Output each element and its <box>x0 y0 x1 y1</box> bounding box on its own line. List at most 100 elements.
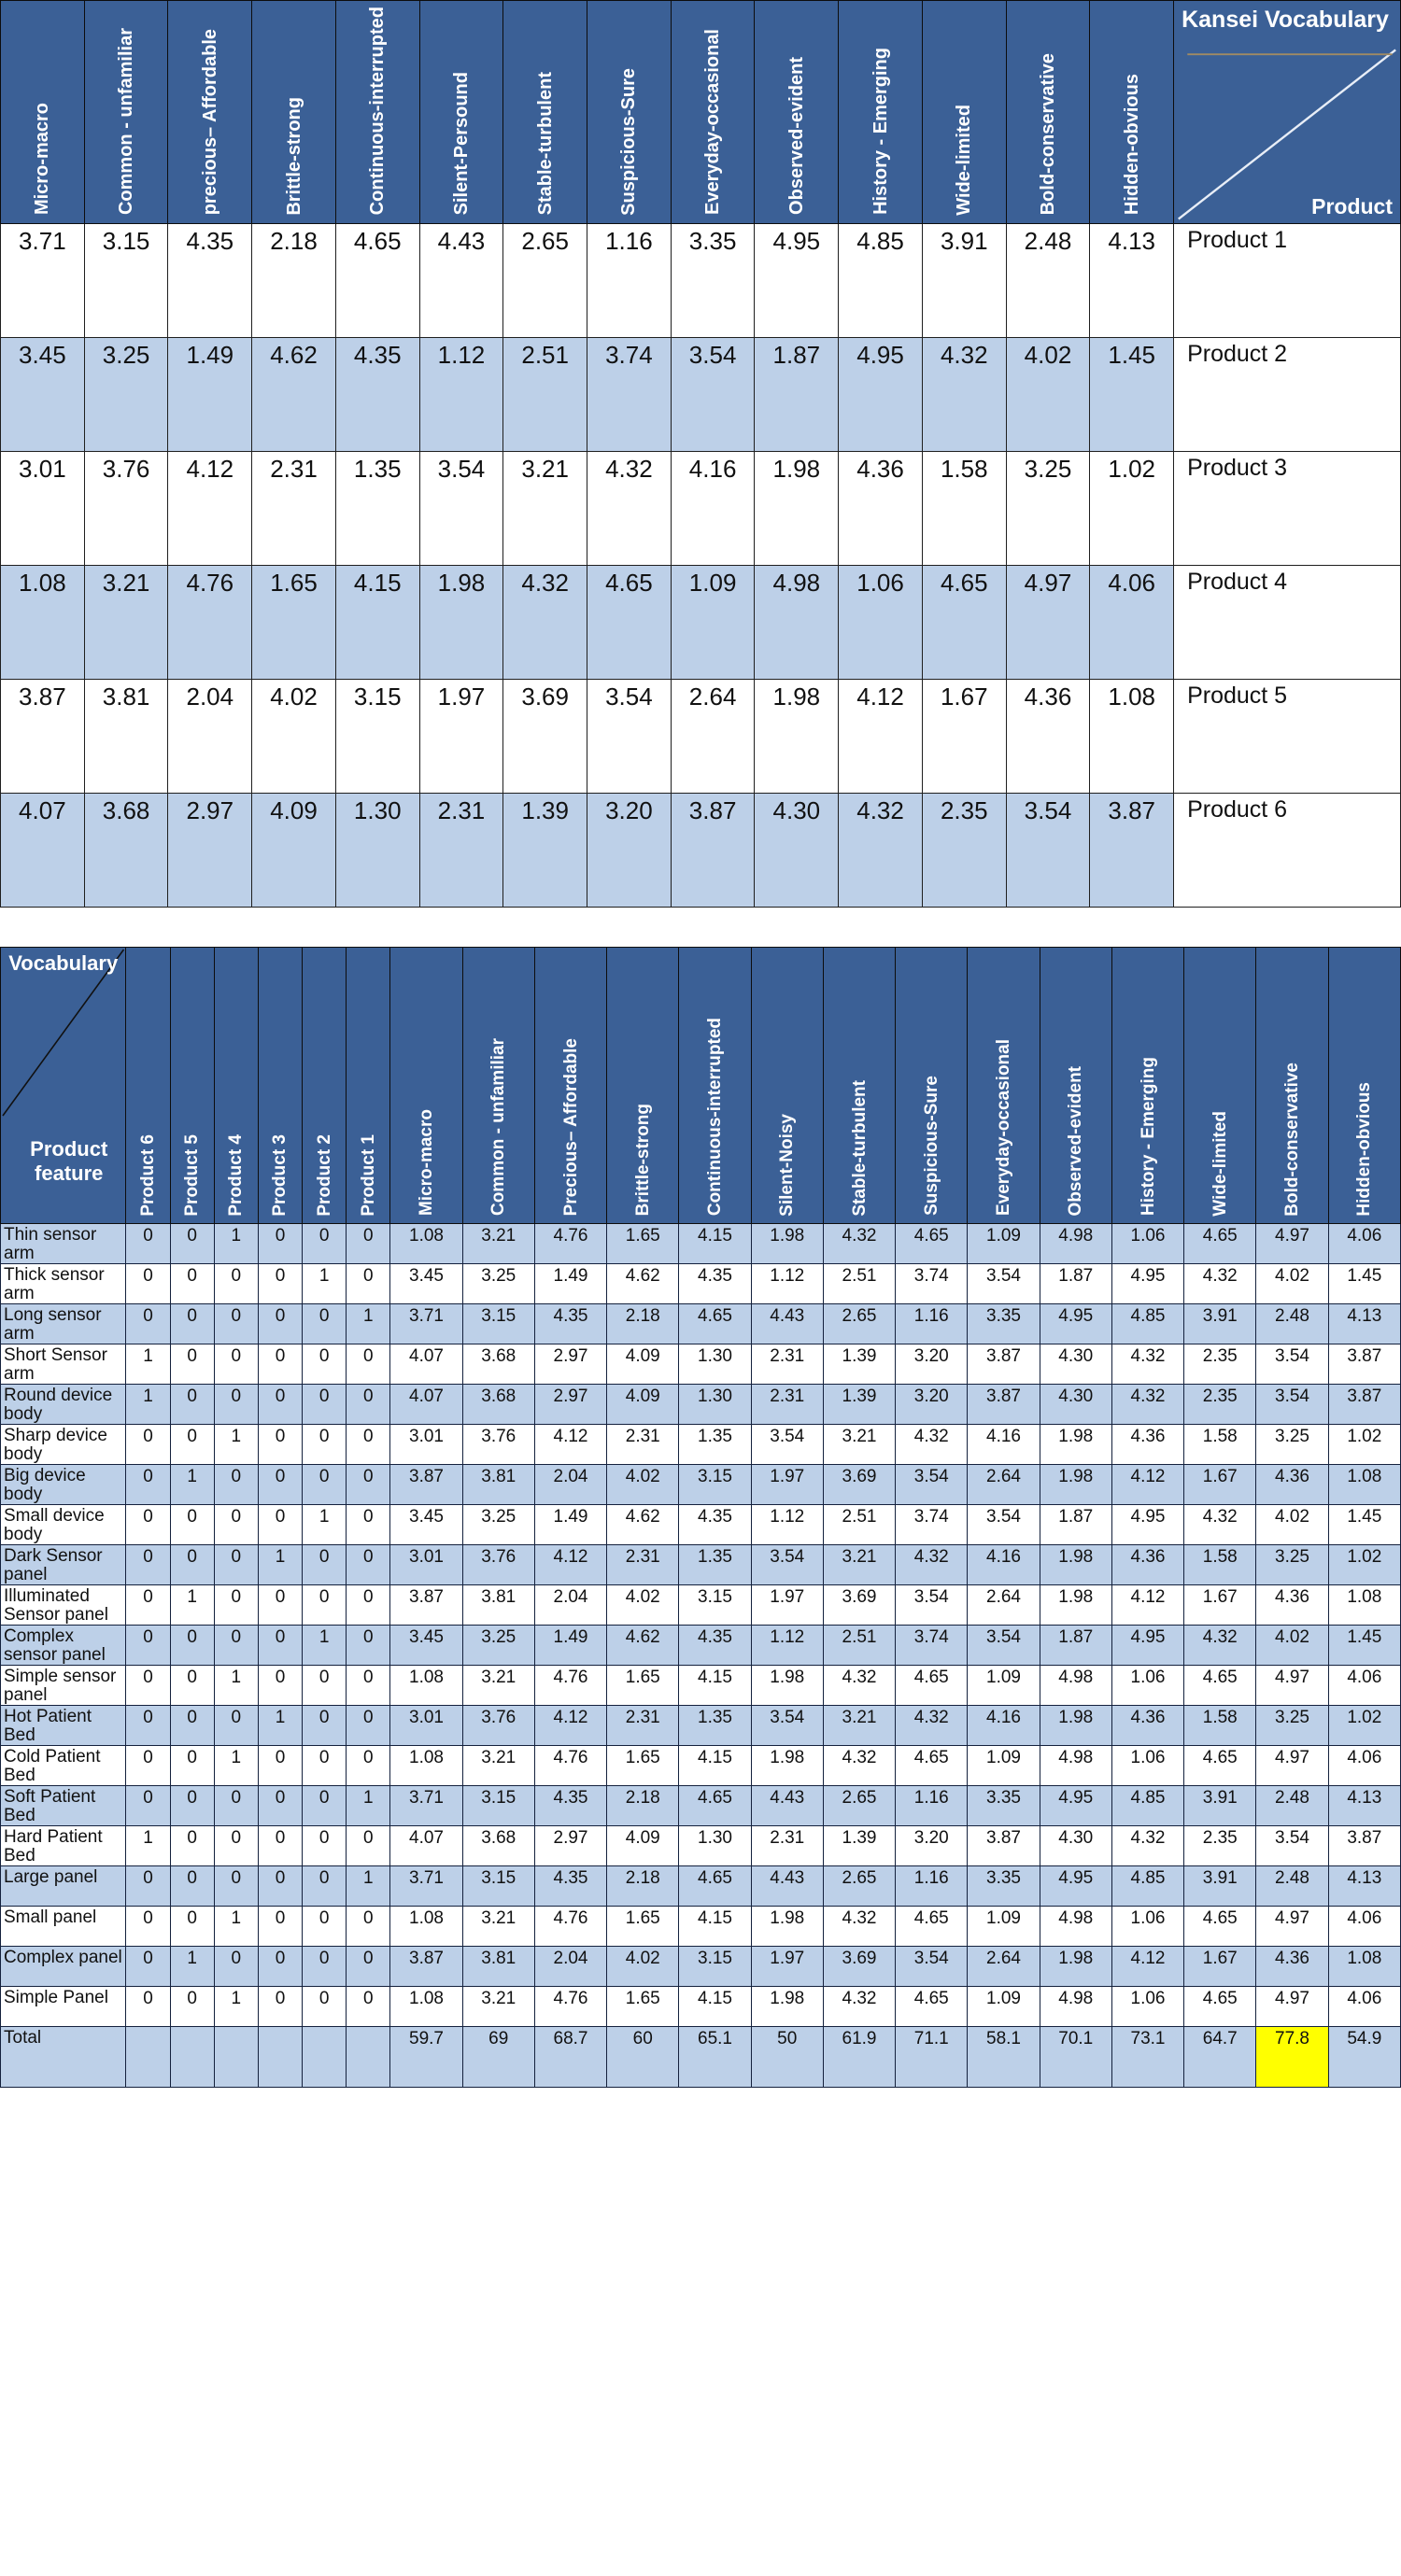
table2-feature-label: Long sensor arm <box>0 1303 127 1345</box>
table2-vocab-col-header: Suspicious-Sure <box>895 947 969 1225</box>
table-row: Hot Patient Bed 0 0 0 1 0 0 3.01 3.76 4.12 2.31 1.3… <box>0 1705 1401 1747</box>
table1-col-header: Brittle-strong <box>251 0 336 225</box>
table2-flag-cell: 0 <box>169 1625 215 1667</box>
table1-value-cell: 4.12 <box>167 451 253 567</box>
table2-flag-cell: 0 <box>302 1705 347 1747</box>
table2-value-cell: 4.06 <box>1327 1745 1401 1787</box>
table2-flag-cell: 0 <box>169 1665 215 1707</box>
table2-flag-cell: 0 <box>257 1665 304 1707</box>
table2-flag-cell: 0 <box>125 1424 171 1466</box>
table1-value-cell: 1.30 <box>334 793 420 908</box>
table1-value-cell: 2.51 <box>502 337 588 453</box>
table2-value-cell: 1.06 <box>1111 1986 1185 2028</box>
table2-body: Thin sensor arm 0 0 1 0 0 0 1.08 3.21 4.76 1.65 4.1… <box>0 1223 1401 2089</box>
table2-vocab-col-label: Common - unfamiliar <box>488 1038 509 1217</box>
table1-value-cell: 1.16 <box>587 223 672 339</box>
table2-value-cell: 1.12 <box>750 1504 824 1546</box>
table2-vocab-col-label: Observed-evident <box>1066 1065 1086 1217</box>
table1-value-cell: 4.30 <box>754 793 840 908</box>
table1-value-cell: 4.95 <box>754 223 840 339</box>
table2-flag-cell: 0 <box>346 1504 391 1546</box>
table2-value-cell: 1.98 <box>1039 1705 1112 1747</box>
table1-value-cell: 1.67 <box>921 679 1007 795</box>
table2-flag-cell: 0 <box>125 1303 171 1345</box>
table2-value-cell: 1.98 <box>1039 1424 1112 1466</box>
table2-flag-cell: 0 <box>346 1745 391 1787</box>
table1-col-header-label: Observed-evident <box>785 57 807 216</box>
table-separator <box>0 908 1401 948</box>
table1-value-cell: 3.74 <box>587 337 672 453</box>
table2-flag-cell: 0 <box>125 1665 171 1707</box>
table2-value-cell: 1.08 <box>389 1986 463 2028</box>
table2-flag-cell: 1 <box>213 1223 259 1265</box>
table2-value-cell: 2.31 <box>750 1825 824 1867</box>
table2-flag-cell: 0 <box>169 1384 215 1426</box>
table2-value-cell: 4.36 <box>1111 1544 1185 1586</box>
table2-value-cell: 4.02 <box>606 1946 680 1988</box>
table2-value-cell: 1.06 <box>1111 1665 1185 1707</box>
table2-value-cell: 3.25 <box>1255 1544 1329 1586</box>
table2-value-cell: 3.71 <box>389 1785 463 1827</box>
table2-value-cell: 2.31 <box>606 1424 680 1466</box>
table2-feature-label: Large panel <box>0 1865 127 1907</box>
table2-value-cell: 1.49 <box>533 1625 608 1667</box>
table2-flag-cell: 0 <box>125 1625 171 1667</box>
table2-value-cell: 2.35 <box>1183 1825 1257 1867</box>
table1-value-cell: 3.87 <box>1089 793 1175 908</box>
table2-value-cell: 4.65 <box>1183 1986 1257 2028</box>
table2-value-cell: 4.02 <box>606 1584 680 1626</box>
table2-value-cell: 4.43 <box>750 1865 824 1907</box>
table1-head: Micro-macro Common - unfamiliar precious– … <box>0 0 1401 225</box>
table2-flag-cell: 0 <box>125 1263 171 1305</box>
table1-value-cell: 3.54 <box>670 337 756 453</box>
table2-value-cell: 1.09 <box>967 1986 1040 2028</box>
table1-value-cell: 3.54 <box>587 679 672 795</box>
table2-value-cell: 1.08 <box>389 1906 463 1948</box>
table2-value-cell: 4.35 <box>678 1263 752 1305</box>
table2-flag-cell: 0 <box>302 1223 347 1265</box>
total-flag-cell <box>302 2026 347 2089</box>
total-value-cell: 58.1 <box>967 2026 1040 2089</box>
table1-col-header-label: Wide-limited <box>954 104 975 216</box>
table2-value-cell: 4.32 <box>895 1544 969 1586</box>
table2-value-cell: 4.32 <box>1111 1344 1185 1386</box>
table1-value-cell: 3.25 <box>1005 451 1091 567</box>
table2-value-cell: 1.08 <box>389 1223 463 1265</box>
table2-feature-label: Simple sensor panel <box>0 1665 127 1707</box>
table2-value-cell: 4.32 <box>1183 1625 1257 1667</box>
table1-value-cell: 2.64 <box>670 679 756 795</box>
table1-value-cell: 4.16 <box>670 451 756 567</box>
table2-value-cell: 4.12 <box>533 1544 608 1586</box>
table2-value-cell: 4.16 <box>967 1705 1040 1747</box>
table2-flag-cell: 1 <box>169 1464 215 1506</box>
table2-value-cell: 3.71 <box>389 1865 463 1907</box>
table2-value-cell: 1.98 <box>750 1745 824 1787</box>
table1-value-cell: 1.12 <box>418 337 504 453</box>
table2-value-cell: 1.30 <box>678 1344 752 1386</box>
table-row: Small panel 0 0 1 0 0 0 1.08 3.21 4.76 1.65 4.15 1.9… <box>0 1906 1401 1948</box>
page-root: Micro-macro Common - unfamiliar precious– … <box>0 0 1401 2089</box>
table2-flag-cell: 0 <box>169 1865 215 1907</box>
table2-value-cell: 3.54 <box>895 1946 969 1988</box>
table-row: Thick sensor arm 0 0 0 0 1 0 3.45 3.25 1.49 4.62 4.… <box>0 1263 1401 1305</box>
table2-value-cell: 2.51 <box>822 1625 897 1667</box>
table1-value-cell: 1.35 <box>334 451 420 567</box>
table1-col-header-label: Hidden-obvious <box>1121 74 1142 216</box>
table1-value-cell: 3.71 <box>0 223 85 339</box>
table2-flag-cell: 0 <box>213 1344 259 1386</box>
table2-feature-label: Short Sensor arm <box>0 1344 127 1386</box>
table2-product-col-label: Product 1 <box>358 1133 378 1217</box>
table2-value-cell: 1.65 <box>606 1665 680 1707</box>
total-value-cell: 69 <box>461 2026 535 2089</box>
table2-value-cell: 4.65 <box>678 1785 752 1827</box>
table1-value-cell: 3.45 <box>0 337 85 453</box>
table1-product-label: Product 2 <box>1173 337 1401 453</box>
table1-col-header: History - Emerging <box>838 0 923 225</box>
table2-value-cell: 1.98 <box>1039 1464 1112 1506</box>
table2-value-cell: 4.95 <box>1039 1785 1112 1827</box>
table2-flag-cell: 0 <box>125 1464 171 1506</box>
table-row: 1.08 3.21 4.76 1.65 4.15 1.98 4.32 4.65 1.09 4.98… <box>0 565 1401 681</box>
total-value-cell-highlighted: 77.8 <box>1255 2026 1329 2089</box>
table2-product-col-header: Product 5 <box>169 947 215 1225</box>
table1-value-cell: 1.98 <box>754 451 840 567</box>
